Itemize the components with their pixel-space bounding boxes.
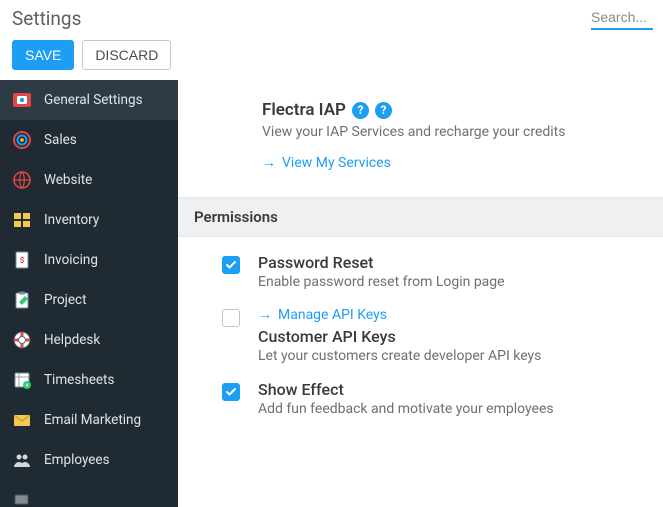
option-subtitle: Let your customers create developer API …: [258, 348, 541, 364]
arrow-right-icon: →: [262, 154, 276, 171]
timesheet-icon: +: [12, 370, 32, 390]
boxes-icon: [12, 210, 32, 230]
sidebar-item-label: Timesheets: [44, 372, 114, 388]
search-input[interactable]: [591, 6, 653, 30]
sidebar-item-email-marketing[interactable]: Email Marketing: [0, 400, 178, 440]
clipboard-icon: [12, 290, 32, 310]
option-title: Customer API Keys: [258, 327, 541, 346]
checkbox-customer-api-keys[interactable]: [222, 309, 240, 327]
arrow-right-icon: →: [258, 306, 272, 323]
section-header-permissions: Permissions: [178, 197, 663, 237]
option-subtitle: Add fun feedback and motivate your emplo…: [258, 401, 554, 417]
sidebar-item-label: Helpdesk: [44, 332, 100, 348]
settings-icon: [12, 90, 32, 110]
sidebar-item-label: Inventory: [44, 212, 99, 228]
iap-title: Flectra IAP ? ?: [262, 100, 643, 120]
option-subtitle: Enable password reset from Login page: [258, 274, 505, 290]
people-icon: [12, 450, 32, 470]
sidebar-item-helpdesk[interactable]: Helpdesk: [0, 320, 178, 360]
sidebar-item-general-settings[interactable]: General Settings: [0, 80, 178, 120]
sidebar-item-invoicing[interactable]: $ Invoicing: [0, 240, 178, 280]
save-button[interactable]: SAVE: [12, 40, 74, 70]
sidebar-item-label: General Settings: [44, 92, 143, 108]
sidebar-item-label: Invoicing: [44, 252, 98, 268]
sidebar-item-label: Website: [44, 172, 92, 188]
sidebar-item-label: Sales: [44, 132, 77, 148]
view-services-link[interactable]: → View My Services: [262, 154, 391, 171]
discard-button[interactable]: DISCARD: [82, 40, 171, 70]
option-title: Show Effect: [258, 380, 554, 399]
sidebar-item-label: Employees: [44, 452, 110, 468]
manage-api-keys-link[interactable]: → Manage API Keys: [258, 306, 387, 323]
page-title: Settings: [12, 7, 81, 30]
envelope-icon: [12, 410, 32, 430]
option-title: Password Reset: [258, 253, 505, 272]
sidebar-item-label: Email Marketing: [44, 412, 141, 428]
sidebar-item-employees[interactable]: Employees: [0, 440, 178, 480]
sidebar-item-inventory[interactable]: Inventory: [0, 200, 178, 240]
sidebar-item-label: Project: [44, 292, 87, 308]
globe-icon: [12, 170, 32, 190]
cart-icon: [12, 490, 32, 507]
iap-subtitle: View your IAP Services and recharge your…: [262, 124, 643, 140]
sidebar-item-sales[interactable]: Sales: [0, 120, 178, 160]
invoice-icon: $: [12, 250, 32, 270]
help-icon[interactable]: ?: [375, 102, 392, 119]
content-area: Flectra IAP ? ? View your IAP Services a…: [178, 80, 663, 507]
checkbox-show-effect[interactable]: [222, 383, 240, 401]
sidebar-item-timesheets[interactable]: + Timesheets: [0, 360, 178, 400]
sidebar-item-website[interactable]: Website: [0, 160, 178, 200]
sidebar: General Settings Sales Website Inventory…: [0, 80, 178, 507]
sidebar-item-more[interactable]: [0, 480, 178, 507]
lifebuoy-icon: [12, 330, 32, 350]
target-icon: [12, 130, 32, 150]
checkbox-password-reset[interactable]: [222, 256, 240, 274]
svg-text:$: $: [20, 256, 25, 265]
help-icon[interactable]: ?: [352, 102, 369, 119]
sidebar-item-project[interactable]: Project: [0, 280, 178, 320]
